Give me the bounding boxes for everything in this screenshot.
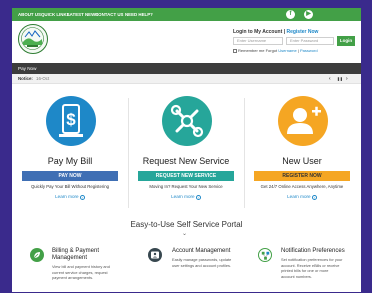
- notice-next-button[interactable]: ›: [346, 74, 348, 84]
- request-new-service-button[interactable]: REQUEST NEW SERVICE: [138, 171, 234, 181]
- notice-label: Notice:: [18, 76, 33, 81]
- request-learn-more-label: Learn more: [171, 194, 195, 199]
- login-heading: Login to My Account | Register Now: [233, 29, 318, 35]
- notification-desc-line: account numbers.: [281, 273, 312, 279]
- site-logo[interactable]: [18, 24, 48, 54]
- top-nav-bar: ABOUT US QUICK LINKS LATEST NEWS CONTACT…: [12, 8, 361, 21]
- forgot-label: Forgot: [265, 48, 278, 53]
- pay-now-button[interactable]: PAY NOW: [22, 171, 118, 181]
- account-feature-title: Account Management: [172, 248, 231, 254]
- svg-text:$: $: [66, 110, 76, 129]
- nav-need-help[interactable]: NEED HELP?: [125, 8, 153, 21]
- add-user-icon[interactable]: [278, 96, 328, 146]
- billing-feature-title: Billing & Payment Management: [52, 248, 99, 262]
- login-button[interactable]: Login: [337, 36, 355, 46]
- nav-latest-news[interactable]: LATEST NEWS: [67, 8, 98, 21]
- notice-date[interactable]: 16-Oct: [36, 74, 49, 84]
- new-user-learn-more-link[interactable]: Learn more ›: [250, 194, 354, 200]
- nav-about-us[interactable]: ABOUT US: [18, 8, 41, 21]
- new-user-learn-more-label: Learn more: [287, 194, 311, 199]
- request-learn-more-link[interactable]: Learn more ›: [134, 194, 238, 200]
- pay-my-bill-card: $ Pay My Bill PAY NOW Quickly Pay Your B…: [18, 96, 122, 208]
- arrow-right-icon: ›: [79, 194, 85, 200]
- forgot-separator: |: [297, 48, 299, 53]
- billing-desc-line: payment arrangements.: [52, 275, 94, 280]
- request-service-description: Moving In? Request Your New Service: [149, 184, 223, 189]
- remember-row: Remember me Forgot Username | Password: [233, 48, 318, 53]
- chevron-down-icon[interactable]: ⌄: [182, 230, 187, 237]
- new-user-description: Get 24/7 Online Access Anywhere, Anytime: [260, 184, 344, 189]
- forgot-password-link[interactable]: Password: [300, 48, 318, 53]
- billing-feature-description: View bill and payment history and curren…: [52, 264, 110, 281]
- nav-contact-us[interactable]: CONTACT US: [95, 8, 123, 21]
- register-now-button[interactable]: REGISTER NOW: [254, 171, 350, 181]
- notification-feature-title: Notification Preferences: [281, 248, 345, 254]
- remember-me-checkbox[interactable]: [233, 48, 237, 53]
- notice-bar: Notice: 16-Oct ‹ ❚❚ ›: [12, 74, 361, 84]
- dollar-sign-icon[interactable]: $: [46, 96, 96, 146]
- pay-my-bill-title: Pay My Bill: [47, 156, 93, 166]
- arrow-right-icon: ›: [311, 194, 317, 200]
- password-input[interactable]: Enter Password: [286, 37, 334, 45]
- remember-me-label: Remember me: [238, 48, 265, 53]
- user-card-icon: [148, 248, 162, 262]
- leaf-icon: [30, 248, 44, 262]
- pay-learn-more-link[interactable]: Learn more ›: [18, 194, 122, 200]
- register-now-link[interactable]: Register Now: [286, 29, 318, 35]
- youtube-icon[interactable]: ▶: [304, 10, 313, 19]
- tools-icon[interactable]: [162, 96, 212, 146]
- account-desc-line: Easily manage passwords, update: [172, 257, 232, 262]
- arrow-right-icon: ›: [195, 194, 201, 200]
- notice-prev-button[interactable]: ‹: [329, 74, 331, 84]
- facebook-icon[interactable]: f: [286, 10, 295, 19]
- request-service-card: Request New Service REQUEST NEW SERVICE …: [134, 96, 238, 208]
- column-divider: [244, 98, 245, 208]
- notification-feature-description: Set notification preferences for your ac…: [281, 257, 342, 279]
- billing-title-line1: Billing & Payment: [52, 248, 100, 254]
- login-separator: |: [283, 29, 286, 35]
- notification-desc-line: Set notification preferences for your: [281, 257, 343, 262]
- login-title: Login to My Account: [233, 29, 283, 35]
- nav-quick-links[interactable]: QUICK LINKS: [41, 8, 70, 21]
- pay-now-bar[interactable]: Pay Now: [12, 63, 361, 74]
- pay-learn-more-label: Learn more: [55, 194, 79, 199]
- account-feature-description: Easily manage passwords, update user set…: [172, 257, 231, 268]
- request-service-title: Request New Service: [142, 156, 230, 166]
- pay-my-bill-description: Quickly Pay Your Bill Without Registerin…: [30, 184, 110, 189]
- billing-desc-line: View bill and payment history and: [52, 264, 110, 269]
- network-icon: [258, 248, 272, 262]
- billing-title-line2: Management: [52, 255, 88, 261]
- account-desc-line: user settings and account profiles.: [172, 262, 232, 268]
- notice-pause-button[interactable]: ❚❚: [337, 74, 343, 84]
- browser-page: ABOUT US QUICK LINKS LATEST NEWS CONTACT…: [12, 8, 361, 292]
- forgot-username-link[interactable]: Username: [278, 48, 296, 53]
- new-user-title: New User: [282, 156, 322, 166]
- column-divider: [128, 98, 129, 208]
- username-input[interactable]: Enter Username: [233, 37, 283, 45]
- portal-heading: Easy-to-Use Self Service Portal: [130, 220, 243, 229]
- new-user-card: New User REGISTER NOW Get 24/7 Online Ac…: [250, 96, 354, 208]
